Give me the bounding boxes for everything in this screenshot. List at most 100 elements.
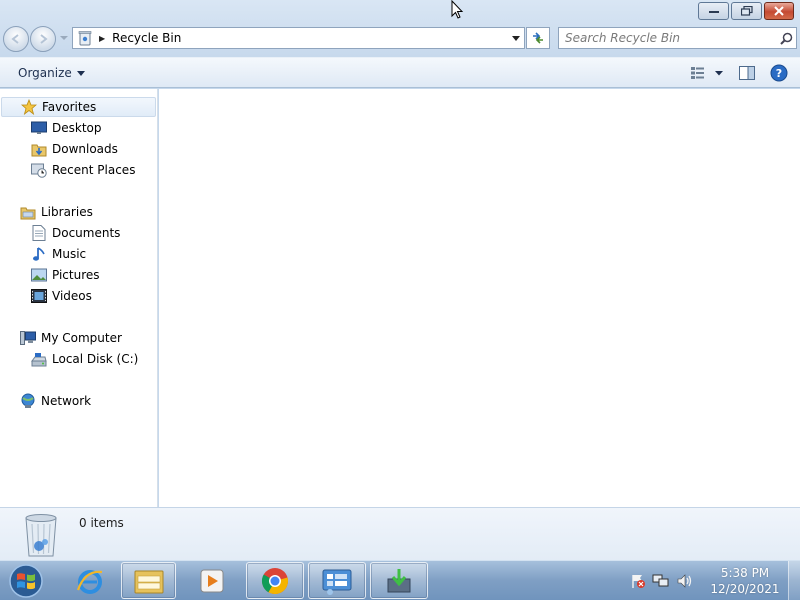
recycle-bin-small-icon [76, 29, 94, 47]
back-button[interactable] [3, 26, 29, 52]
details-pane: 0 items [0, 507, 800, 560]
nav-downloads[interactable]: Downloads [30, 139, 118, 159]
breadcrumb-recycle-bin[interactable]: Recycle Bin [112, 31, 508, 45]
taskbar-chrome[interactable] [246, 562, 304, 599]
mouse-cursor-icon [451, 0, 464, 19]
notification-icons [630, 573, 694, 589]
file-list-area[interactable] [159, 89, 800, 507]
file-explorer-icon [134, 570, 163, 593]
refresh-button[interactable] [526, 27, 550, 49]
nav-libraries[interactable]: Libraries [19, 202, 93, 222]
nav-documents-label: Documents [52, 226, 121, 240]
organize-label: Organize [18, 66, 72, 80]
nav-videos[interactable]: Videos [30, 286, 92, 306]
nav-network-label: Network [41, 394, 92, 408]
search-icon[interactable] [776, 32, 796, 45]
recycle-bin-icon [25, 514, 57, 557]
view-options-icon [691, 67, 723, 79]
nav-local-disk[interactable]: Local Disk (C:) [30, 349, 138, 369]
address-bar[interactable]: ▶ Recycle Bin [72, 27, 525, 49]
preview-pane-icon [739, 66, 755, 80]
internet-explorer-icon [76, 569, 103, 594]
nav-local-disk-label: Local Disk (C:) [52, 352, 139, 366]
refresh-icon [533, 32, 543, 44]
nav-music[interactable]: Music [30, 244, 86, 264]
explorer-window: ▶ Recycle Bin Organize [0, 0, 800, 560]
history-buttons [3, 26, 71, 52]
taskbar-control-panel[interactable] [308, 562, 366, 599]
media-player-icon [200, 569, 224, 592]
nav-my-computer-label: My Computer [41, 331, 122, 345]
nav-pictures-label: Pictures [52, 268, 100, 282]
action-center-flag-icon[interactable] [630, 573, 646, 589]
restore-button[interactable] [731, 2, 762, 20]
breadcrumb-chevron-icon[interactable]: ▶ [99, 34, 105, 43]
downloads-folder-icon [30, 141, 47, 158]
network-icon [19, 393, 36, 410]
system-tray: 5:38 PM 12/20/2021 [630, 561, 800, 600]
minimize-button[interactable] [698, 2, 729, 20]
restore-icon [740, 6, 753, 16]
music-icon [30, 246, 47, 263]
clock-date: 12/20/2021 [710, 582, 780, 596]
nav-network[interactable]: Network [19, 391, 91, 411]
nav-libraries-label: Libraries [41, 205, 93, 219]
recent-pages-dropdown-icon[interactable] [60, 35, 68, 41]
address-row: ▶ Recycle Bin [0, 24, 800, 54]
libraries-icon [19, 204, 36, 221]
close-button[interactable] [764, 2, 794, 20]
back-arrow-icon [11, 34, 19, 44]
videos-icon [30, 288, 47, 305]
search-input[interactable] [559, 29, 776, 47]
start-button[interactable] [6, 563, 46, 599]
volume-icon[interactable] [676, 573, 694, 589]
help-button[interactable]: ? [768, 63, 790, 83]
command-bar: Organize ? [0, 57, 800, 88]
close-icon [774, 6, 784, 16]
change-view-button[interactable] [688, 63, 726, 83]
nav-videos-label: Videos [52, 289, 92, 303]
forward-arrow-icon [40, 34, 48, 44]
recent-places-icon [30, 162, 47, 179]
taskbar: 5:38 PM 12/20/2021 [0, 560, 800, 600]
item-count: 0 items [79, 516, 124, 530]
installer-icon [387, 568, 411, 592]
nav-favorites[interactable]: Favorites [1, 97, 156, 117]
taskbar-media-player[interactable] [184, 562, 240, 599]
clock-time: 5:38 PM [720, 566, 770, 580]
chevron-down-icon [76, 70, 85, 76]
taskbar-internet-explorer[interactable] [62, 562, 118, 599]
control-panel-icon [322, 569, 352, 595]
clock[interactable]: 5:38 PM 12/20/2021 [708, 565, 782, 597]
nav-music-label: Music [52, 247, 87, 261]
network-status-icon[interactable] [652, 573, 670, 589]
nav-recent-places-label: Recent Places [52, 163, 136, 177]
nav-pictures[interactable]: Pictures [30, 265, 100, 285]
desktop-icon [30, 120, 47, 137]
taskbar-file-explorer[interactable] [121, 562, 176, 599]
nav-downloads-label: Downloads [52, 142, 118, 156]
minimize-icon [708, 11, 719, 13]
nav-documents[interactable]: Documents [30, 223, 120, 243]
nav-my-computer[interactable]: My Computer [19, 328, 122, 348]
documents-icon [30, 225, 47, 242]
taskbar-installer[interactable] [370, 562, 428, 599]
nav-favorites-label: Favorites [42, 100, 97, 114]
show-desktop-button[interactable] [788, 561, 800, 600]
nav-desktop-label: Desktop [52, 121, 102, 135]
pictures-icon [30, 267, 47, 284]
caption-buttons [698, 2, 794, 20]
address-dropdown-icon[interactable] [508, 28, 524, 48]
computer-icon [19, 330, 36, 347]
chrome-icon [261, 567, 288, 594]
nav-recent-places[interactable]: Recent Places [30, 160, 135, 180]
search-box[interactable] [558, 27, 797, 49]
organize-button[interactable]: Organize [12, 64, 91, 82]
star-icon [20, 99, 37, 116]
forward-button[interactable] [30, 26, 56, 52]
preview-pane-button[interactable] [736, 63, 758, 83]
windows-logo-icon [9, 564, 43, 598]
nav-desktop[interactable]: Desktop [30, 118, 102, 138]
navigation-pane: Favorites Desktop Downloads Recent Place… [0, 89, 158, 507]
command-bar-right: ? [688, 63, 790, 83]
